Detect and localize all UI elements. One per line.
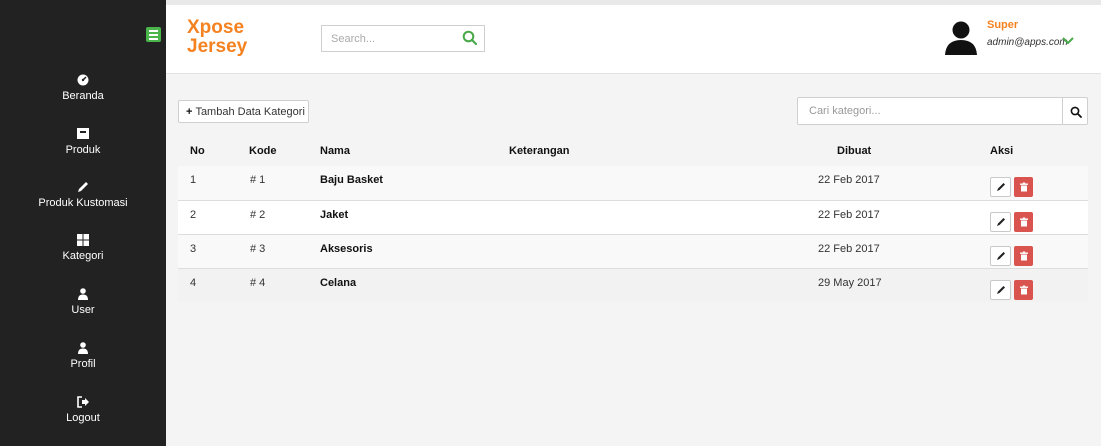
sidebar-item-logout[interactable]: Logout (0, 395, 166, 425)
sidebar-item-produk-kustomasi[interactable]: Produk Kustomasi (0, 180, 166, 210)
delete-button[interactable] (1014, 212, 1033, 232)
inbox-icon (0, 127, 166, 141)
brand-logo[interactable]: Xpose Jersey (187, 18, 247, 56)
cell-kode: # 4 (250, 277, 266, 289)
edit-button[interactable] (990, 280, 1011, 300)
category-search-input[interactable] (798, 98, 1062, 124)
search-input[interactable] (322, 26, 452, 51)
category-search-button[interactable] (1062, 97, 1088, 125)
cell-dibuat: 22 Feb 2017 (818, 243, 880, 255)
delete-button[interactable] (1014, 246, 1033, 266)
user-name[interactable]: Super (987, 19, 1018, 31)
cell-kode: # 2 (250, 209, 266, 221)
table-row: 1 # 1 Baju Basket 22 Feb 2017 (178, 166, 1088, 200)
column-header-aksi: Aksi (990, 145, 1014, 157)
sidebar-item-label: Beranda (62, 90, 104, 102)
edit-button[interactable] (990, 212, 1011, 232)
category-table: No Kode Nama Keterangan Dibuat Aksi 1 # … (178, 134, 1088, 302)
menu-toggle-button[interactable] (146, 27, 161, 42)
table-row: 2 # 2 Jaket 22 Feb 2017 (178, 200, 1088, 234)
hamburger-bar (149, 34, 158, 36)
sidebar-item-label: Profil (70, 358, 96, 370)
brand-line: Xpose (187, 17, 245, 38)
edit-button[interactable] (990, 177, 1011, 197)
column-header-no[interactable]: No (190, 145, 205, 157)
avatar[interactable] (945, 21, 977, 55)
cell-nama: Aksesoris (320, 243, 373, 255)
header-search (321, 25, 485, 52)
cell-kode: # 1 (250, 174, 266, 186)
pencil-icon (996, 252, 1005, 260)
sidebar-item-label: Logout (66, 412, 100, 424)
cell-no: 2 (190, 209, 197, 221)
sidebar-item-label: User (71, 304, 95, 316)
column-header-keterangan[interactable]: Keterangan (509, 145, 570, 157)
delete-button[interactable] (1014, 177, 1033, 197)
cell-nama: Jaket (320, 209, 349, 221)
cell-dibuat: 29 May 2017 (818, 277, 882, 289)
cell-no: 3 (190, 243, 197, 255)
table-header: No Kode Nama Keterangan Dibuat Aksi (178, 134, 1088, 166)
search-icon[interactable] (462, 30, 478, 46)
cell-no: 4 (190, 277, 197, 289)
pencil-icon (996, 286, 1005, 294)
hamburger-bar (149, 30, 158, 32)
trash-icon (1019, 251, 1028, 261)
pencil-icon (996, 218, 1005, 226)
trash-icon (1019, 285, 1028, 295)
sidebar-item-produk[interactable]: Produk (0, 127, 166, 157)
sidebar-item-kategori[interactable]: Kategori (0, 233, 166, 263)
cell-dibuat: 22 Feb 2017 (818, 174, 880, 186)
sidebar-item-label: Produk Kustomasi (38, 197, 128, 209)
sidebar-item-label: Kategori (62, 250, 104, 262)
sidebar-item-beranda[interactable]: Beranda (0, 73, 166, 103)
cell-kode: # 3 (250, 243, 266, 255)
add-category-button[interactable]: + Tambah Data Kategori (178, 100, 309, 123)
search-icon (1070, 106, 1082, 118)
table-row: 4 # 4 Celana 29 May 2017 (178, 268, 1088, 302)
sidebar-item-user[interactable]: User (0, 287, 166, 317)
sidebar-item-label: Produk (65, 144, 101, 156)
column-header-kode[interactable]: Kode (249, 145, 277, 157)
table-row: 3 # 3 Aksesoris 22 Feb 2017 (178, 234, 1088, 268)
trash-icon (1019, 182, 1028, 192)
pencil-icon (996, 183, 1005, 191)
sidebar-item-profil[interactable]: Profil (0, 341, 166, 371)
top-header: Xpose Jersey Super admin@apps.com (166, 5, 1101, 74)
user-icon (0, 287, 166, 301)
brand-line: Jersey (187, 36, 248, 57)
category-search (797, 97, 1063, 125)
chevron-down-icon[interactable] (1061, 33, 1075, 45)
user-email: admin@apps.com (987, 37, 1068, 48)
sidebar: Beranda Produk Produk Kustomasi Kategori… (0, 0, 166, 446)
logout-icon (0, 395, 166, 409)
delete-button[interactable] (1014, 280, 1033, 300)
hamburger-bar (149, 38, 158, 40)
add-category-label: Tambah Data Kategori (195, 105, 305, 118)
user-icon (0, 341, 166, 355)
column-header-dibuat[interactable]: Dibuat (837, 145, 871, 157)
dashboard-icon (0, 73, 166, 87)
plus-icon: + (186, 105, 193, 118)
cell-nama: Celana (320, 277, 357, 289)
cell-no: 1 (190, 174, 197, 186)
column-header-nama[interactable]: Nama (320, 145, 350, 157)
pencil-icon (0, 180, 166, 194)
cell-dibuat: 22 Feb 2017 (818, 209, 880, 221)
cell-nama: Baju Basket (320, 174, 383, 186)
edit-button[interactable] (990, 246, 1011, 266)
grid-icon (0, 233, 166, 247)
trash-icon (1019, 217, 1028, 227)
